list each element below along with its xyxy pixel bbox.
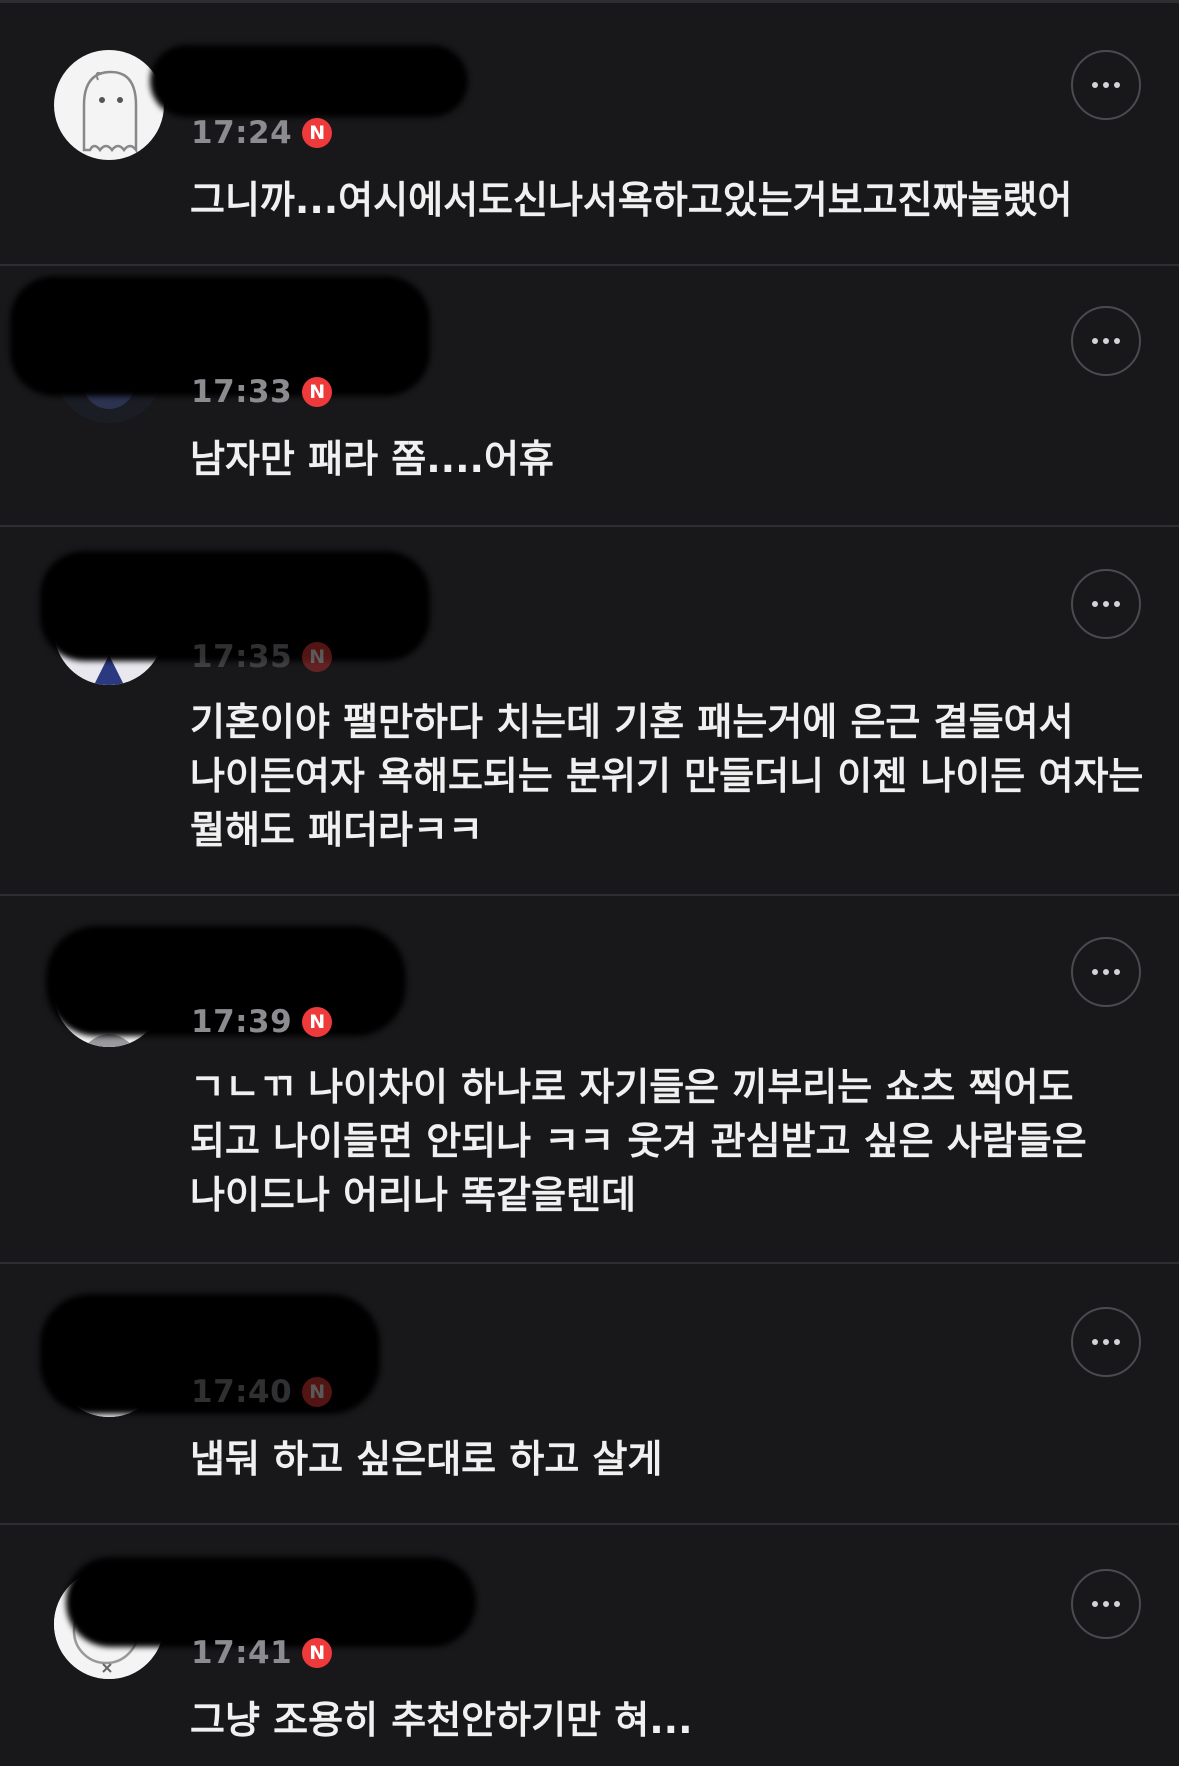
comment-meta: 17:40 N: [191, 1374, 333, 1410]
comment-meta: 17:24 N: [191, 115, 333, 151]
comment-text: 남자만 패라 쫌....어휴: [190, 437, 554, 481]
more-dot: [1103, 969, 1109, 975]
more-options-button[interactable]: [1071, 1569, 1141, 1639]
more-horizontal-icon: [1092, 1339, 1098, 1345]
comment-text: ㄱㄴㄲ 나이차이 하나로 자기들은 끼부리는 쇼츠 찍어도 되고 나이들면 안되…: [190, 1065, 1100, 1217]
comment-meta: 17:41 N: [191, 1635, 333, 1671]
more-horizontal-icon: [1092, 82, 1098, 88]
new-badge: N: [302, 118, 333, 148]
more-dot: [1103, 1339, 1109, 1345]
more-options-button[interactable]: [1071, 569, 1141, 639]
comment-meta: 17:33 N: [191, 374, 333, 410]
new-badge: N: [302, 1638, 333, 1668]
more-dot: [1114, 969, 1120, 975]
comment-text: 그니까...여시에서도신나서욕하고있는거보고진짜놀랬어: [190, 178, 1073, 222]
comment-time: 17:41: [191, 1635, 293, 1671]
more-dot: [1103, 1601, 1109, 1607]
more-dot: [1103, 601, 1109, 607]
more-horizontal-icon: [1092, 601, 1098, 607]
more-options-button[interactable]: [1071, 50, 1141, 120]
more-dot: [1114, 1601, 1120, 1607]
comment-time: 17:35: [191, 639, 293, 675]
comment-time: 17:33: [191, 374, 293, 410]
comment-item: 17:39 N ㄱㄴㄲ 나이차이 하나로 자기들은 끼부리는 쇼츠 찍어도 되고…: [0, 896, 1179, 1264]
comment-item: 17:35 N 기혼이야 팰만하다 치는데 기혼 패는거에 은근 곁들여서 나이…: [0, 527, 1179, 896]
avatar[interactable]: [54, 50, 164, 160]
comment-item: 17:24 N 그니까...여시에서도신나서욕하고있는거보고진짜놀랬어: [0, 3, 1179, 266]
more-horizontal-icon: [1092, 338, 1098, 344]
comment-meta: 17:39 N: [191, 1004, 333, 1040]
comment-time: 17:39: [191, 1004, 293, 1040]
comment-meta: 17:35 N: [191, 639, 333, 675]
more-dot: [1103, 82, 1109, 88]
comment-item: 17:40 N 냅둬 하고 싶은대로 하고 살게: [0, 1264, 1179, 1525]
more-options-button[interactable]: [1071, 937, 1141, 1007]
more-dot: [1114, 82, 1120, 88]
redacted-username: [66, 1557, 476, 1647]
ghost-character-icon: [82, 70, 138, 154]
redacted-username: [150, 45, 468, 117]
more-options-button[interactable]: [1071, 306, 1141, 376]
comment-time: 17:40: [191, 1374, 293, 1410]
more-options-button[interactable]: [1071, 1307, 1141, 1377]
more-dot: [1114, 338, 1120, 344]
comment-text: 그냥 조용히 추천안하기만 혀...: [190, 1698, 693, 1742]
new-badge: N: [302, 377, 333, 407]
comment-time: 17:24: [191, 115, 293, 151]
more-horizontal-icon: [1092, 969, 1098, 975]
new-badge: N: [302, 1007, 333, 1037]
more-horizontal-icon: [1092, 1601, 1098, 1607]
comment-text: 기혼이야 팰만하다 치는데 기혼 패는거에 은근 곁들여서 나이든여자 욕해도되…: [190, 700, 1157, 852]
more-dot: [1114, 601, 1120, 607]
more-dot: [1103, 338, 1109, 344]
comment-item: 17:33 N 남자만 패라 쫌....어휴: [0, 266, 1179, 527]
new-badge: N: [302, 642, 333, 672]
more-dot: [1114, 1339, 1120, 1345]
new-badge: N: [302, 1377, 333, 1407]
comment-text: 냅둬 하고 싶은대로 하고 살게: [190, 1437, 663, 1481]
comment-item: 17:41 N 그냥 조용히 추천안하기만 혀...: [0, 1525, 1179, 1766]
